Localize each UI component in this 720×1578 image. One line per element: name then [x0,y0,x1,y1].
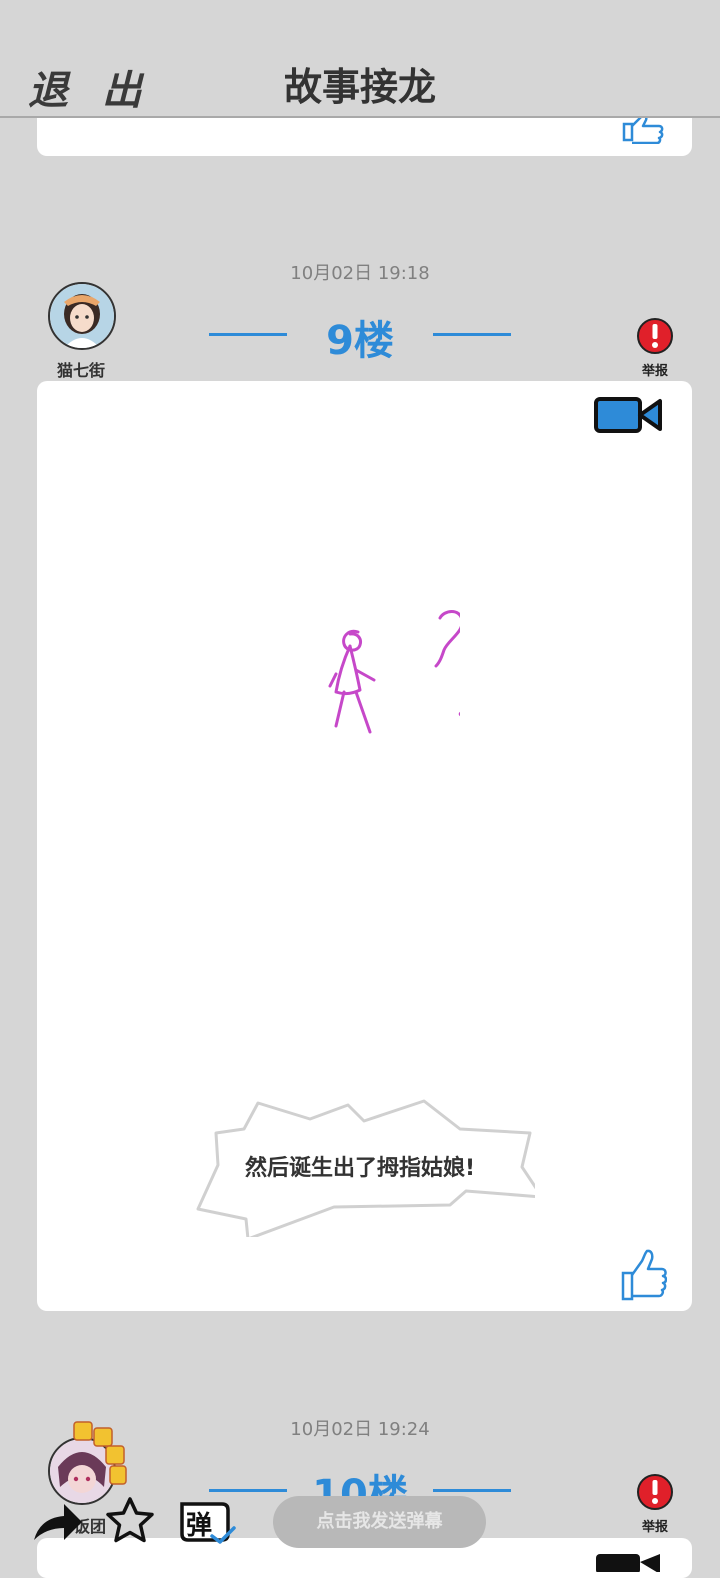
report-label: 举报 [641,364,668,379]
star-icon[interactable] [104,1496,156,1546]
username: 猫七街 [56,361,105,380]
stick-figure-drawing [328,610,460,734]
danmaku-toggle[interactable]: 弹 [176,1498,238,1548]
like-icon[interactable] [619,1249,667,1305]
avatar-image [50,284,114,348]
like-icon[interactable] [620,114,668,144]
badge-icon [73,1421,127,1485]
report-button[interactable]: 举报 [630,1472,680,1535]
floor-label: 9楼 [326,318,394,364]
report-button[interactable]: 举报 [630,316,680,379]
video-icon[interactable] [593,395,665,435]
post-timestamp: 10月02日 19:18 [290,263,430,284]
divider-right [433,1489,511,1492]
video-icon[interactable] [593,1552,665,1572]
share-icon[interactable] [30,1500,86,1544]
alert-icon [637,1474,673,1510]
avatar[interactable] [48,282,116,350]
divider-right [433,333,511,336]
alert-icon [637,318,673,354]
caption-text: 然后诞生出了拇指姑娘! [244,1156,476,1181]
page-title: 故事接龙 [283,65,436,109]
report-label: 举报 [641,1520,668,1535]
app-header: 退 出 故事接龙 [0,0,720,118]
danmaku-input[interactable]: 点击我发送弹幕 [273,1496,486,1548]
danmaku-char: 弹 [186,1511,213,1541]
